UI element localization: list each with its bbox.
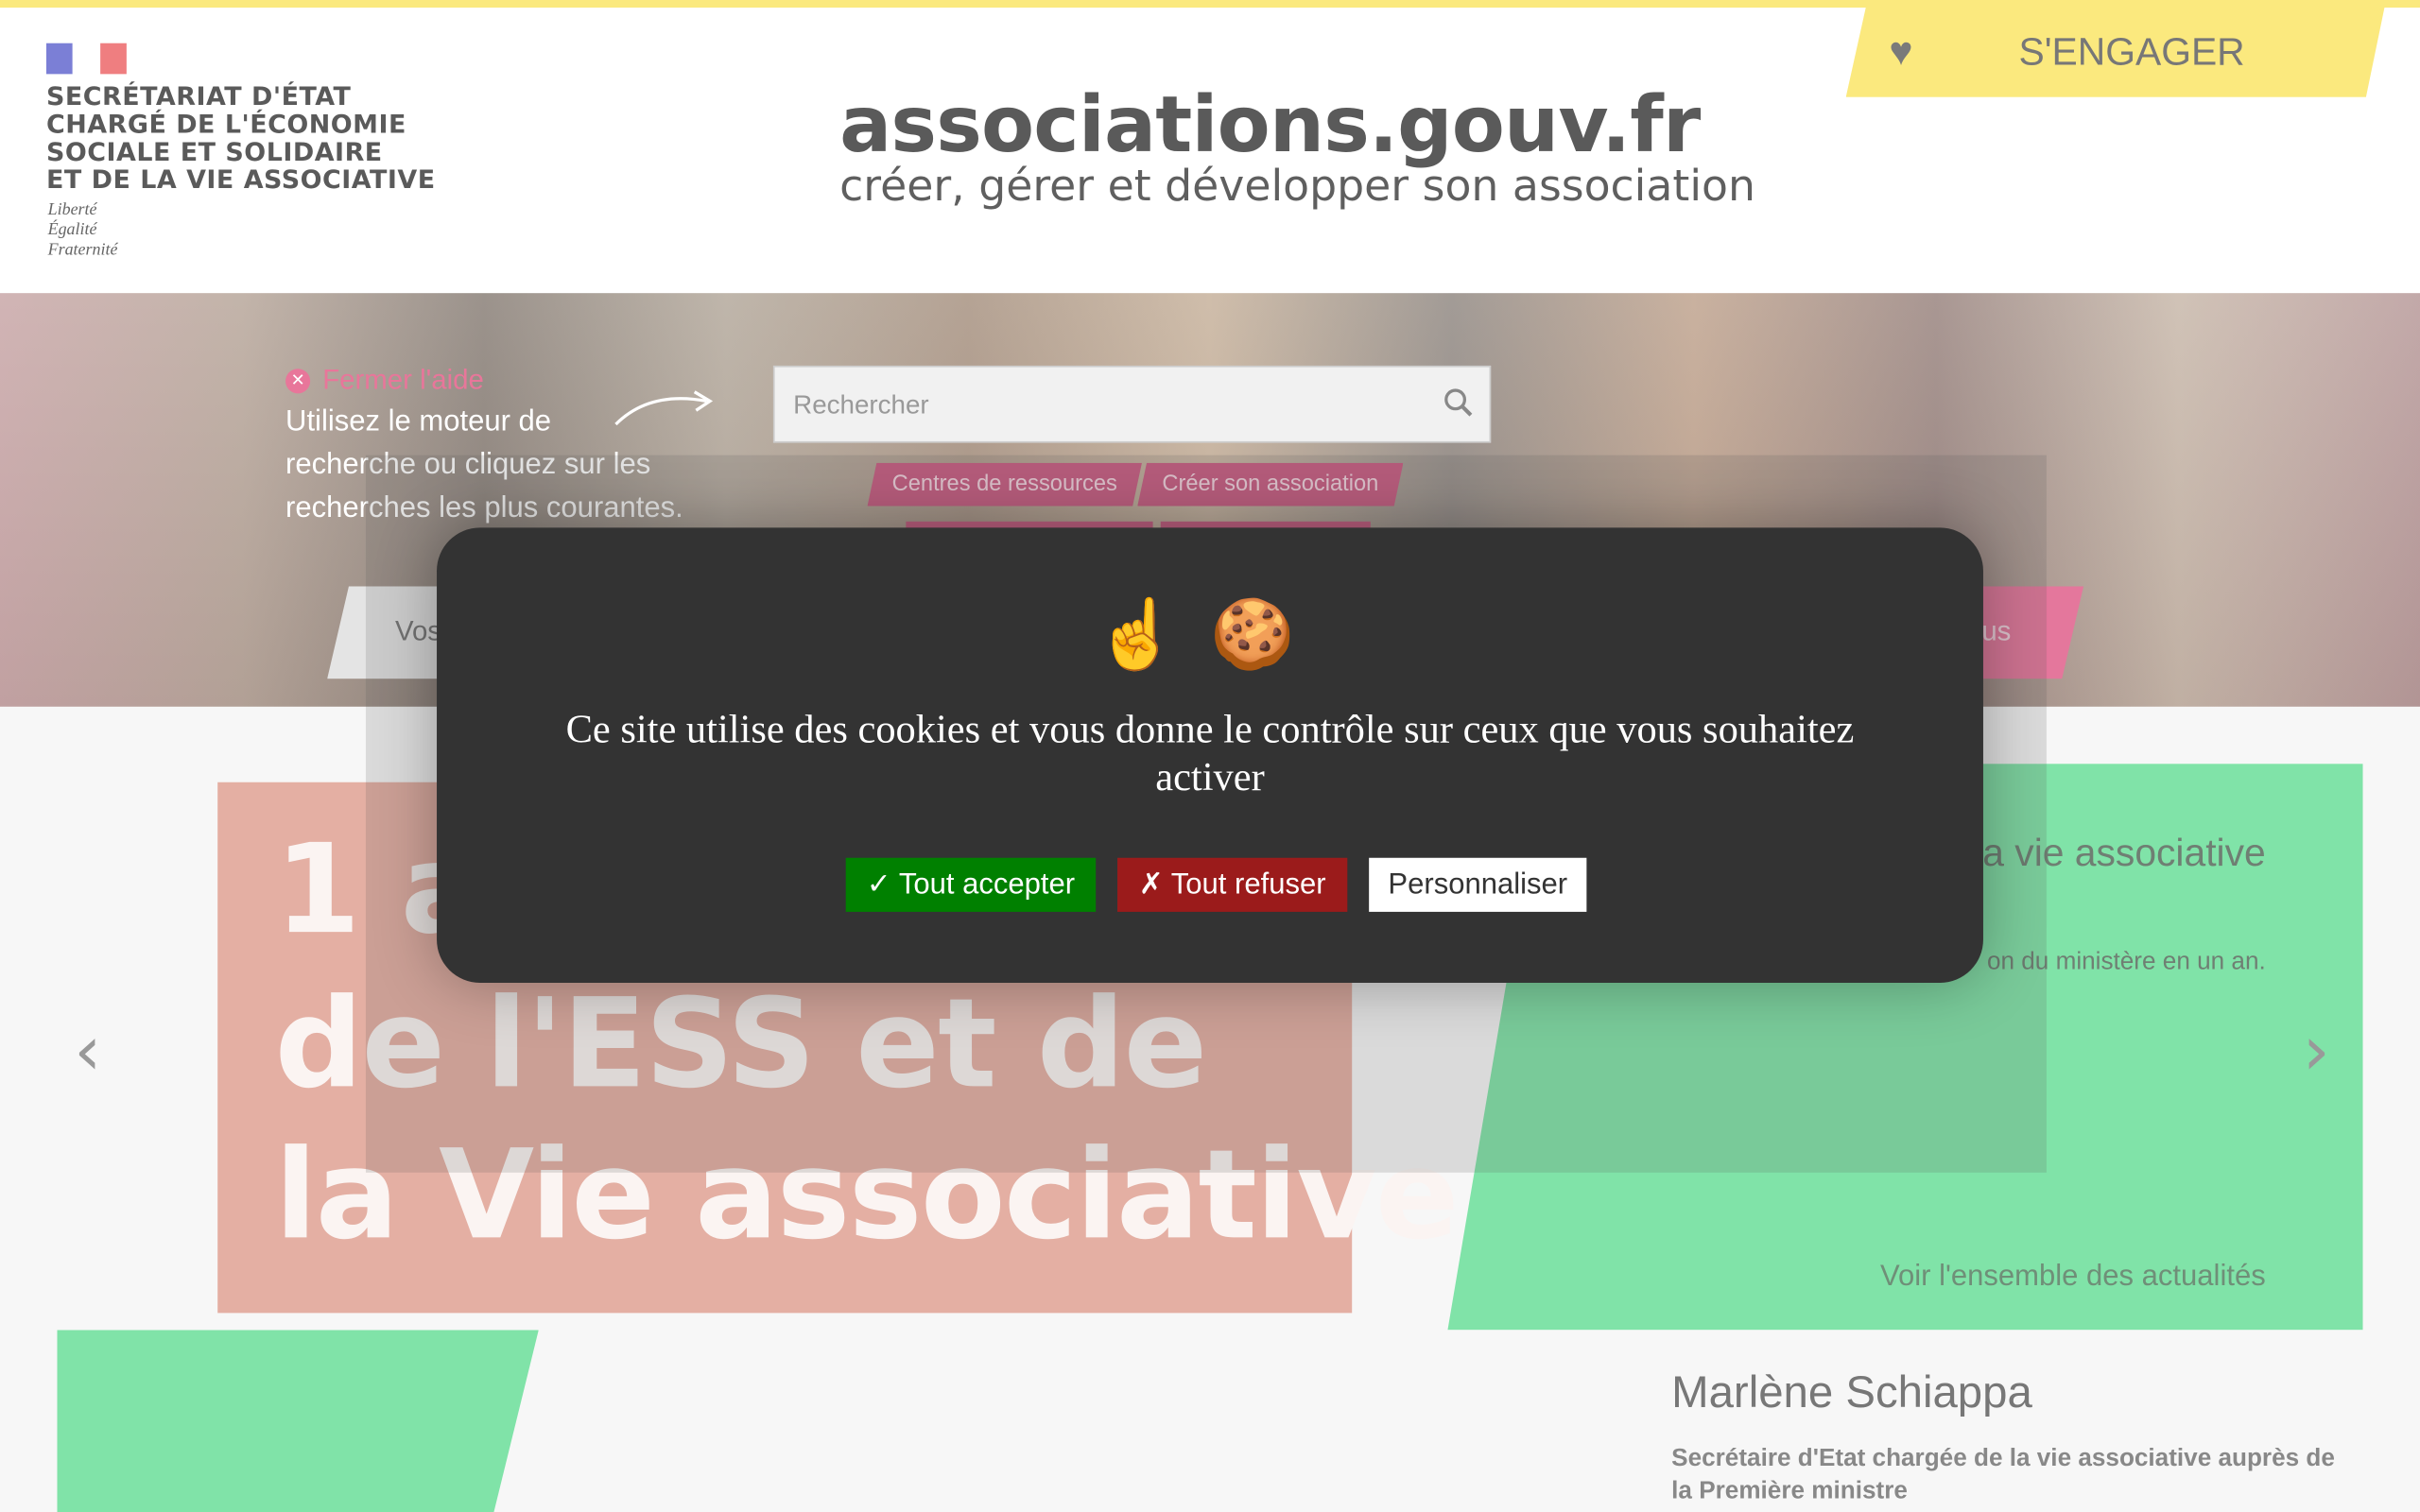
close-circle-icon: ✕: [285, 368, 311, 393]
ministry-line: SOCIALE ET SOLIDAIRE: [45, 137, 383, 167]
close-help-link[interactable]: ✕ Fermer l'aide: [285, 364, 484, 396]
carousel-next-icon[interactable]: ›: [2303, 1012, 2330, 1091]
decorative-green-shape: [57, 1330, 539, 1512]
carousel-prev-icon[interactable]: ‹: [74, 1012, 101, 1091]
search-placeholder[interactable]: Rechercher: [793, 390, 928, 421]
ministry-line: SECRÉTARIAT D'ÉTAT: [45, 81, 352, 112]
site-subtitle: créer, gérer et développer son associati…: [839, 160, 1755, 212]
search-icon[interactable]: [1442, 386, 1476, 420]
curved-arrow-icon: [614, 390, 714, 426]
minister-role: Secrétaire d'Etat chargée de la vie asso…: [1671, 1445, 2335, 1504]
help-text: Utilisez le moteur de: [285, 405, 552, 438]
cookie-consent-text: Ce site utilise des cookies et vous donn…: [565, 706, 1855, 799]
motto-line: Liberté: [47, 200, 97, 219]
all-news-link[interactable]: Voir l'ensemble des actualités: [1880, 1261, 2266, 1295]
motto-line: Égalité: [47, 220, 97, 240]
page: SECRÉTARIAT D'ÉTAT CHARGÉ DE L'ÉCONOMIE …: [0, 0, 2420, 1512]
close-help-label: Fermer l'aide: [322, 364, 484, 395]
engage-label[interactable]: S'ENGAGER: [2019, 31, 2245, 76]
pointing-finger-cookie-icon: ☝️🍪: [1094, 596, 1326, 673]
marianne-flag-logo: [45, 43, 127, 75]
ministry-line: ET DE LA VIE ASSOCIATIVE: [45, 164, 436, 195]
site-title[interactable]: associations.gouv.fr: [839, 80, 1701, 170]
ministry-line: CHARGÉ DE L'ÉCONOMIE: [45, 109, 406, 139]
customize-button[interactable]: Personnaliser: [1369, 857, 1587, 912]
accept-all-button[interactable]: ✓ Tout accepter: [845, 857, 1097, 912]
motto-line: Fraternité: [47, 240, 118, 260]
refuse-all-button[interactable]: ✗ Tout refuser: [1117, 857, 1348, 912]
heart-icon: ♥: [1889, 27, 1913, 75]
minister-name: Marlène Schiappa: [1671, 1368, 2032, 1418]
